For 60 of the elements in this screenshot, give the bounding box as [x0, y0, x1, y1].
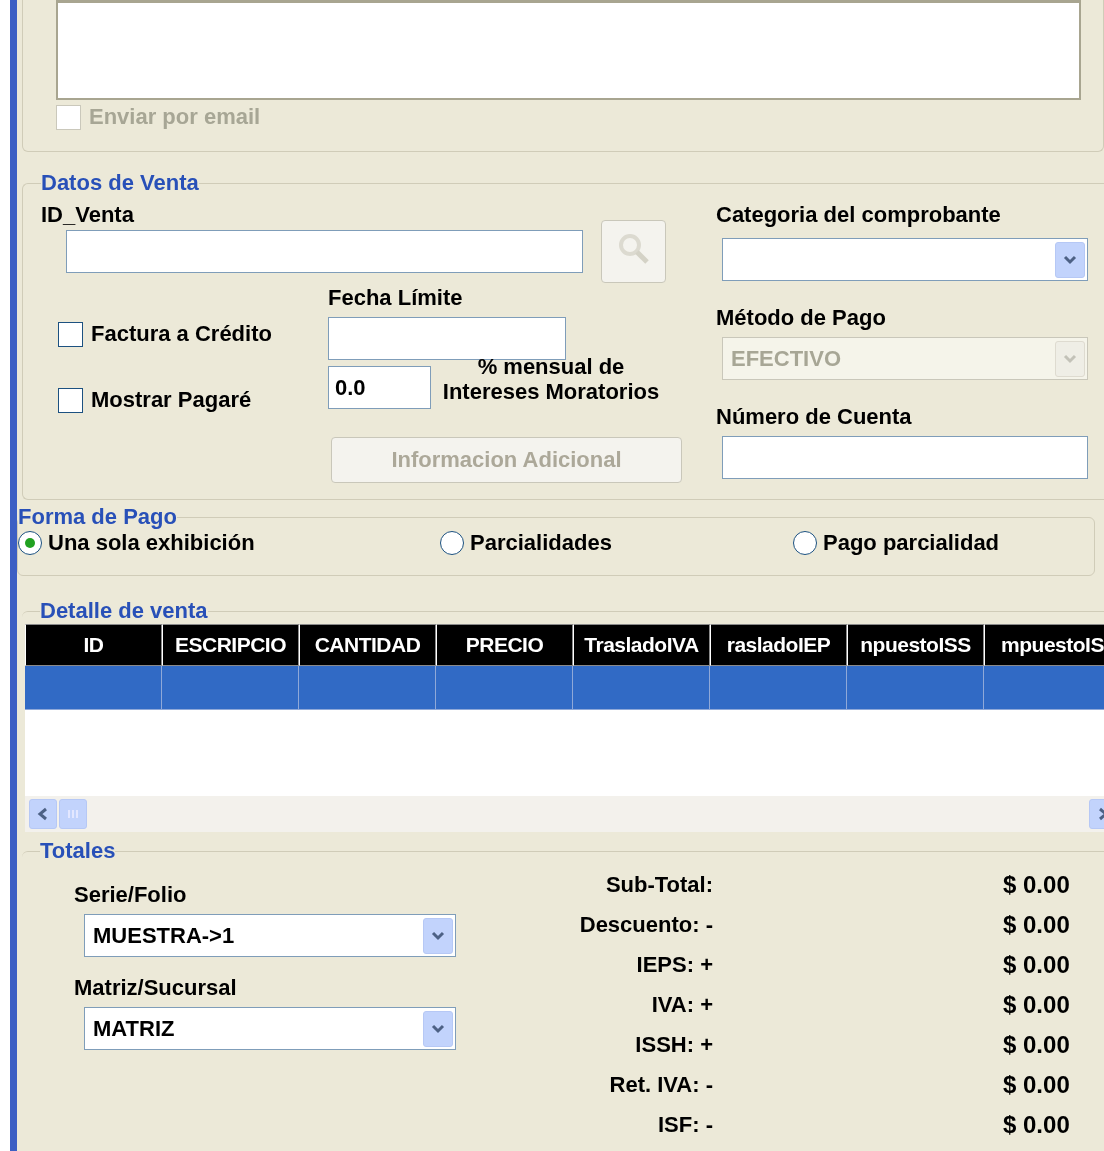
search-icon: [616, 231, 651, 266]
radio-label[interactable]: Una sola exhibición: [48, 530, 255, 556]
total-value: $ 0.00: [1003, 1072, 1071, 1098]
radio-button[interactable]: [793, 531, 817, 555]
dropdown[interactable]: [722, 238, 1088, 281]
field-label: ID_Venta: [41, 202, 135, 228]
total-label: IVA: +: [650, 992, 713, 1018]
chevron-down-icon: [423, 1010, 453, 1047]
grip-icon: [67, 809, 79, 819]
chevron-down-icon: [1055, 340, 1085, 377]
scroll-thumb[interactable]: [59, 799, 87, 829]
column-header[interactable]: ID: [25, 624, 162, 666]
group-title: Detalle de venta: [40, 598, 208, 624]
dropdown[interactable]: MUESTRA->1: [84, 914, 456, 957]
field-label: Número de Cuenta: [716, 404, 913, 430]
chevron-left-icon: [37, 807, 49, 821]
total-label: ISF: -: [657, 1112, 713, 1138]
column-header[interactable]: rasladoIEP: [710, 624, 847, 666]
total-value: $ 0.00: [1003, 992, 1071, 1018]
total-label: ISSH: +: [634, 1032, 713, 1058]
checkbox[interactable]: Factura a Crédito: [58, 321, 328, 347]
column-header[interactable]: TrasladoIVA: [573, 624, 710, 666]
chevron-down-icon: [423, 917, 453, 954]
radio-label[interactable]: Pago parcialidad: [823, 530, 1000, 556]
total-value: $ 0.00: [1003, 872, 1071, 898]
input-field[interactable]: [66, 230, 583, 273]
total-value: $ 0.00: [1003, 1112, 1071, 1138]
radio-button[interactable]: [440, 531, 464, 555]
scroll-left-button[interactable]: [29, 799, 57, 829]
field-label: % mensual de Intereses Moratorios: [441, 353, 661, 404]
column-header[interactable]: PRECIO: [436, 624, 573, 666]
date-field[interactable]: [328, 317, 566, 360]
field-label: Categoria del comprobante: [716, 202, 1002, 228]
group-title: Totales: [40, 838, 116, 864]
chevron-down-icon: [1055, 241, 1085, 278]
total-value: $ 0.00: [1003, 912, 1071, 938]
text-area[interactable]: [56, 0, 1081, 100]
radio-button[interactable]: [18, 531, 42, 555]
column-header[interactable]: CANTIDAD: [299, 624, 436, 666]
total-label: Sub-Total:: [604, 872, 713, 898]
table-row[interactable]: [25, 666, 1104, 710]
field-label: Método de Pago: [716, 305, 887, 331]
input-field[interactable]: 0.0: [328, 366, 431, 409]
radio-label[interactable]: Parcialidades: [470, 530, 612, 556]
group-title: Forma de Pago: [18, 504, 177, 530]
column-header[interactable]: npuestoISS: [847, 624, 984, 666]
total-value: $ 0.00: [1003, 952, 1071, 978]
input-field[interactable]: [722, 436, 1088, 479]
total-label: Descuento: -: [578, 912, 713, 938]
scrollbar[interactable]: [25, 796, 1104, 832]
total-label: IEPS: +: [635, 952, 713, 978]
total-label: Ret. IVA: -: [608, 1072, 713, 1098]
total-value: $ 0.00: [1003, 1032, 1071, 1058]
dropdown[interactable]: MATRIZ: [84, 1007, 456, 1050]
checkbox[interactable]: Mostrar Pagaré: [58, 387, 328, 413]
field-label: Matriz/Sucursal: [74, 975, 238, 1001]
group-title: Datos de Venta: [41, 170, 199, 196]
field-label: Fecha Límite: [328, 285, 464, 311]
field-label: Serie/Folio: [74, 882, 188, 908]
column-header[interactable]: ESCRIPCIO: [162, 624, 299, 666]
